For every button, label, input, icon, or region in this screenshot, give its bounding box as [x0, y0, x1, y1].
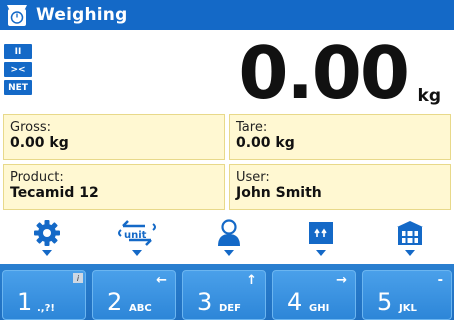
- key-number: 5: [377, 288, 393, 316]
- arrow-left-icon: ←: [156, 273, 167, 288]
- key-letters: JKL: [399, 303, 417, 314]
- arrow-right-icon: →: [336, 273, 347, 288]
- gross-panel: Gross: 0.00 kg: [3, 114, 225, 160]
- box-icon: [309, 222, 333, 244]
- function-toolbar: unit: [0, 216, 454, 260]
- key-number: 4: [287, 288, 303, 316]
- status-indicators: II >< NET: [4, 44, 32, 98]
- user-label: User:: [236, 170, 270, 185]
- user-panel[interactable]: User: John Smith: [229, 164, 451, 210]
- weight-reading: 0.00: [238, 31, 410, 115]
- product-label: Product:: [10, 170, 64, 185]
- net-indicator: NET: [4, 80, 32, 95]
- chevron-down-icon: [316, 250, 326, 256]
- user-value: John Smith: [236, 185, 322, 201]
- unit-swap-icon: unit: [118, 220, 156, 246]
- user-icon: [218, 219, 240, 246]
- minus-icon: -: [437, 273, 443, 288]
- chevron-down-icon: [132, 250, 142, 256]
- user-button[interactable]: [204, 216, 254, 260]
- gross-value: 0.00 kg: [10, 135, 69, 151]
- key-1[interactable]: 1 .,?! i: [2, 270, 86, 320]
- key-3[interactable]: 3 DEF ↑: [182, 270, 266, 320]
- chevron-down-icon: [224, 250, 234, 256]
- page-title: Weighing: [36, 5, 128, 25]
- gear-icon: [34, 220, 60, 246]
- key-letters: DEF: [219, 303, 241, 314]
- unit-button[interactable]: unit: [112, 216, 162, 260]
- tare-value: 0.00 kg: [236, 135, 295, 151]
- key-number: 1: [17, 288, 33, 316]
- title-bar: Weighing: [0, 0, 454, 30]
- gross-label: Gross:: [10, 120, 52, 135]
- key-letters: GHI: [309, 303, 330, 314]
- arrow-up-icon: ↑: [246, 273, 257, 288]
- tare-label: Tare:: [236, 120, 268, 135]
- stability-indicator: II: [4, 44, 32, 59]
- product-button[interactable]: [296, 216, 346, 260]
- settings-button[interactable]: [22, 216, 72, 260]
- key-2[interactable]: 2 ABC ←: [92, 270, 176, 320]
- zero-indicator: ><: [4, 62, 32, 77]
- on-screen-keypad: 1 .,?! i 2 ABC ← 3 DEF ↑ 4 GHI → 5 JKL -: [0, 264, 454, 320]
- database-button[interactable]: [385, 216, 435, 260]
- key-4[interactable]: 4 GHI →: [272, 270, 356, 320]
- product-panel[interactable]: Product: Tecamid 12: [3, 164, 225, 210]
- info-icon: i: [73, 273, 83, 283]
- key-5[interactable]: 5 JKL -: [362, 270, 452, 320]
- scale-icon[interactable]: [4, 2, 30, 28]
- unit-text: unit: [124, 230, 147, 241]
- tare-panel: Tare: 0.00 kg: [229, 114, 451, 160]
- key-number: 2: [107, 288, 123, 316]
- chevron-down-icon: [405, 250, 415, 256]
- key-letters: .,?!: [37, 303, 55, 314]
- database-icon: [397, 221, 423, 245]
- key-letters: ABC: [129, 303, 152, 314]
- weight-unit: kg: [417, 86, 441, 106]
- key-number: 3: [197, 288, 213, 316]
- product-value: Tecamid 12: [10, 185, 99, 201]
- chevron-down-icon: [42, 250, 52, 256]
